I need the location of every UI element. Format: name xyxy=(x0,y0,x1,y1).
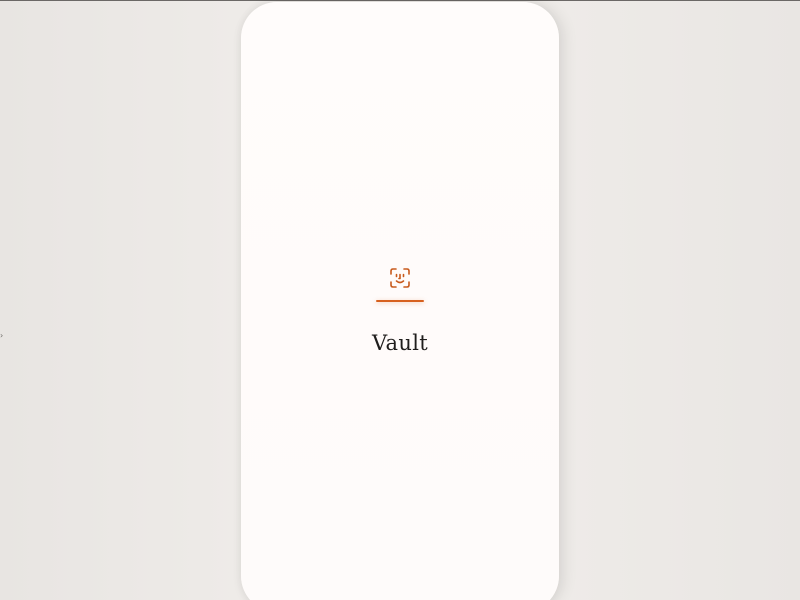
face-id-icon xyxy=(390,268,410,288)
accent-underline xyxy=(376,300,424,302)
left-edge-mark: › xyxy=(0,333,3,339)
phone-frame: Vault xyxy=(241,2,559,600)
top-edge-line xyxy=(0,0,800,1)
splash-screen: Vault xyxy=(241,268,559,356)
app-name: Vault xyxy=(372,331,428,355)
